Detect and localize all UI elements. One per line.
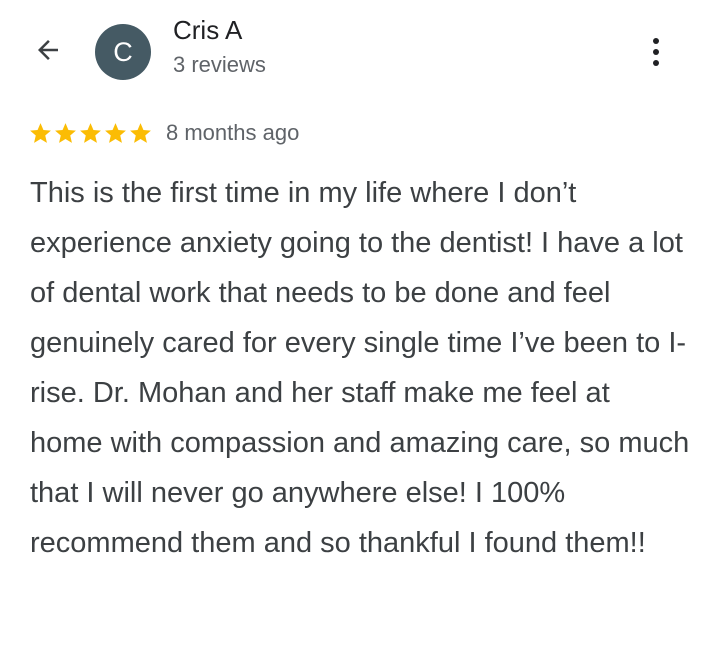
star-icon — [130, 122, 151, 143]
review-date: 8 months ago — [166, 120, 300, 145]
review-count[interactable]: 3 reviews — [173, 52, 266, 78]
arrow-back-icon — [38, 40, 58, 60]
star-icon — [80, 122, 101, 143]
more-vert-icon — [653, 36, 659, 69]
review-header: C Cris A 3 reviews — [0, 0, 706, 100]
avatar[interactable]: C — [95, 24, 151, 80]
author-name[interactable]: Cris A — [173, 15, 242, 46]
back-button[interactable] — [28, 30, 68, 70]
more-options-button[interactable] — [636, 30, 676, 74]
review-meta: 8 months ago — [28, 118, 299, 148]
review-text: This is the first time in my life where … — [30, 177, 690, 559]
star-rating — [28, 121, 153, 146]
star-icon — [105, 122, 126, 143]
star-icon — [55, 122, 76, 143]
avatar-initial: C — [113, 36, 133, 67]
star-icon — [30, 122, 51, 143]
